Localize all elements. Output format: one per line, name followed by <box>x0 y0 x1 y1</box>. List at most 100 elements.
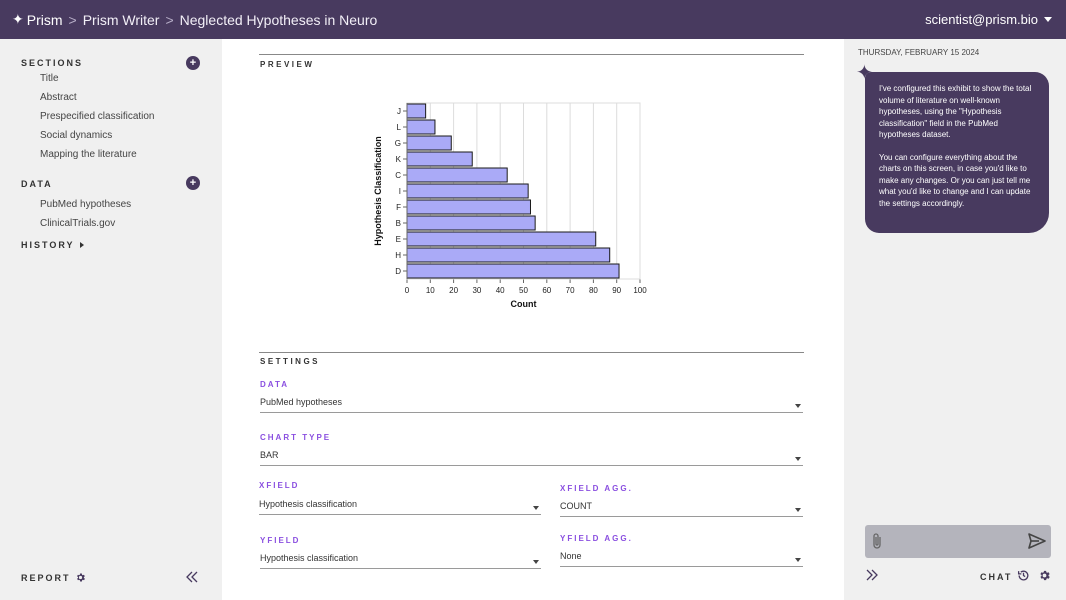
bar <box>406 183 529 199</box>
chevron-down-icon <box>533 560 539 564</box>
x-tick-label: 60 <box>542 286 551 295</box>
y-axis-label: Hypothesis Classification <box>373 136 383 246</box>
add-section-button[interactable]: + <box>186 56 200 70</box>
sidebar-item-clinicaltrials[interactable]: ClinicalTrials.gov <box>40 218 115 229</box>
bar <box>406 151 473 167</box>
data-heading: DATA <box>21 179 53 189</box>
x-tick-label: 90 <box>612 286 621 295</box>
chevron-down-icon <box>1044 17 1052 22</box>
report-settings[interactable]: REPORT <box>21 572 86 583</box>
y-tick-label: B <box>396 219 401 228</box>
x-tick-label: 10 <box>426 286 435 295</box>
breadcrumb-separator: > <box>165 11 174 28</box>
y-tick-label: L <box>397 123 402 132</box>
sidebar-item-prespecified-classification[interactable]: Prespecified classification <box>40 111 155 122</box>
gear-icon <box>76 573 85 582</box>
preview-heading: PREVIEW <box>260 60 315 69</box>
sidebar: SECTIONS + Title Abstract Prespecified c… <box>0 39 222 600</box>
report-label: REPORT <box>21 572 71 583</box>
chart-type-select[interactable]: BAR <box>260 446 803 466</box>
chevron-down-icon <box>795 508 801 512</box>
bar <box>406 135 452 151</box>
chevron-down-icon <box>795 404 801 408</box>
chat-date: THURSDAY, FEBRUARY 15 2024 <box>858 48 980 57</box>
add-data-button[interactable]: + <box>186 176 200 190</box>
data-select-value: PubMed hypotheses <box>260 397 343 407</box>
sidebar-item-mapping-the-literature[interactable]: Mapping the literature <box>40 149 137 160</box>
top-bar: ✦ Prism > Prism Writer > Neglected Hypot… <box>0 0 1066 39</box>
chat-input[interactable] <box>865 525 1051 558</box>
sidebar-item-pubmed-hypotheses[interactable]: PubMed hypotheses <box>40 199 131 210</box>
yfield-agg-label: YFIELD AGG. <box>560 534 633 543</box>
chat-panel: THURSDAY, FEBRUARY 15 2024 ✦ I've config… <box>844 39 1066 600</box>
chevron-down-icon <box>795 457 801 461</box>
bar <box>406 103 427 119</box>
x-tick-label: 80 <box>589 286 598 295</box>
data-select[interactable]: PubMed hypotheses <box>260 393 803 413</box>
xfield-agg-select[interactable]: COUNT <box>560 497 803 517</box>
y-tick-label: K <box>396 155 402 164</box>
attachment-icon[interactable] <box>871 532 883 555</box>
y-tick-label: C <box>395 171 401 180</box>
x-tick-label: 30 <box>472 286 481 295</box>
yfield-label: YFIELD <box>260 536 301 545</box>
x-tick-label: 20 <box>449 286 458 295</box>
y-tick-label: D <box>395 267 401 276</box>
history-icon[interactable] <box>1017 569 1030 582</box>
message-paragraph: You can configure everything about the c… <box>879 152 1031 208</box>
y-tick-label: J <box>397 107 401 116</box>
history-label: HISTORY <box>21 240 75 250</box>
sparkle-icon: ✦ <box>12 11 24 27</box>
gear-icon[interactable] <box>1038 569 1051 582</box>
y-tick-label: H <box>395 251 401 260</box>
bar <box>406 199 531 215</box>
breadcrumb-document[interactable]: Neglected Hypotheses in Neuro <box>180 12 378 28</box>
brand-name: Prism <box>26 11 63 28</box>
bar <box>406 119 436 135</box>
bar <box>406 263 620 279</box>
yfield-agg-value: None <box>560 551 582 561</box>
divider <box>259 352 804 353</box>
x-tick-label: 100 <box>633 286 647 295</box>
x-axis-label: Count <box>511 299 537 309</box>
yfield-select[interactable]: Hypothesis classification <box>260 549 541 569</box>
xfield-select[interactable]: Hypothesis classification <box>259 495 541 515</box>
expand-chat-icon[interactable] <box>866 568 878 584</box>
sidebar-item-abstract[interactable]: Abstract <box>40 92 77 103</box>
y-tick-label: F <box>396 203 401 212</box>
xfield-agg-label: XFIELD AGG. <box>560 484 633 493</box>
xfield-label: XFIELD <box>259 481 300 490</box>
chart-type-value: BAR <box>260 450 279 460</box>
user-email: scientist@prism.bio <box>925 12 1038 27</box>
y-tick-label: E <box>396 235 401 244</box>
history-toggle[interactable]: HISTORY <box>21 240 84 250</box>
bar <box>406 247 611 263</box>
send-icon[interactable] <box>1027 531 1047 556</box>
divider <box>259 54 804 55</box>
yfield-value: Hypothesis classification <box>260 553 359 563</box>
bar <box>406 167 508 183</box>
yfield-agg-select[interactable]: None <box>560 547 803 567</box>
breadcrumb-app[interactable]: Prism Writer <box>83 12 160 28</box>
bar <box>406 215 536 231</box>
chevron-down-icon <box>795 558 801 562</box>
xfield-value: Hypothesis classification <box>259 499 358 509</box>
chat-toolbar <box>1017 569 1051 582</box>
x-tick-label: 40 <box>496 286 505 295</box>
x-tick-label: 70 <box>566 286 575 295</box>
message-paragraph: I've configured this exhibit to show the… <box>879 84 1032 139</box>
breadcrumb: ✦ Prism > Prism Writer > Neglected Hypot… <box>12 11 377 28</box>
user-menu[interactable]: scientist@prism.bio <box>925 12 1052 27</box>
bar-chart: 0 10 20 30 40 50 60 70 80 90 100 JLGKCIFBEHD Count Hy… <box>373 102 647 309</box>
y-tick-label: G <box>395 139 401 148</box>
chart-type-label: CHART TYPE <box>260 433 332 442</box>
bar <box>406 231 597 247</box>
sections-heading: SECTIONS <box>21 58 84 68</box>
main-panel: PREVIEW 0 10 20 30 40 50 60 70 80 90 100 J L G K C I F B E H… <box>222 39 844 600</box>
sidebar-item-title[interactable]: Title <box>40 73 59 84</box>
collapse-sidebar-icon[interactable] <box>186 570 198 586</box>
sidebar-item-social-dynamics[interactable]: Social dynamics <box>40 130 112 141</box>
brand[interactable]: ✦ Prism <box>12 11 63 28</box>
chevron-down-icon <box>533 506 539 510</box>
assistant-message: I've configured this exhibit to show the… <box>865 72 1049 233</box>
